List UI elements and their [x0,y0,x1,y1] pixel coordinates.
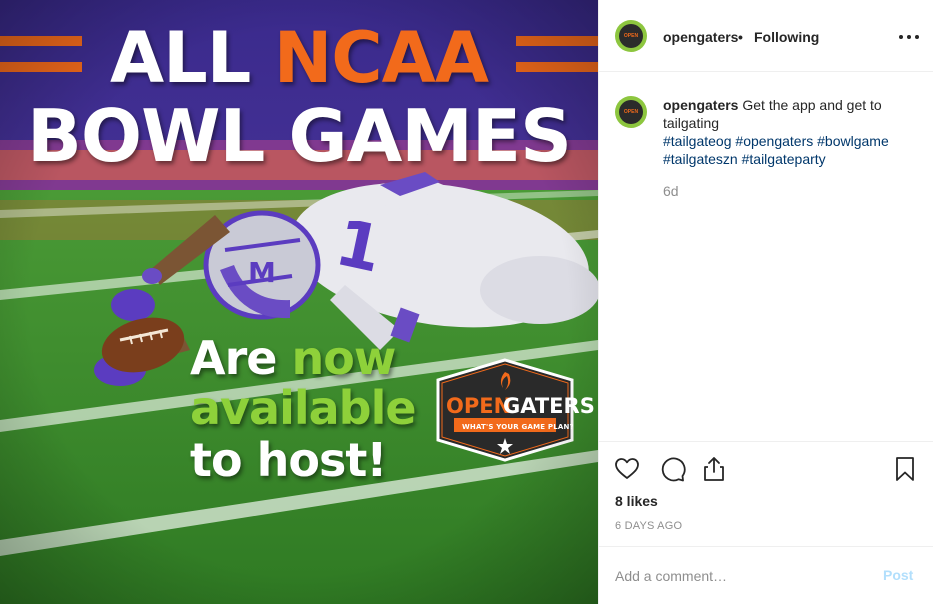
headline-all: ALL [109,17,274,99]
more-horizontal-icon[interactable] [899,24,919,48]
logo-word-open: OPEN [446,394,512,418]
comment-box: Post [599,546,933,604]
hashtag-link[interactable]: #bowlgame [817,133,889,149]
headline-ncaa: NCAA [273,17,489,99]
hashtag-link[interactable]: #tailgateparty [742,151,826,167]
avatar[interactable]: OPEN [615,20,647,52]
logo-tagline: WHAT'S YOUR GAME PLAN? [462,423,574,431]
caption-username[interactable]: opengaters [663,97,738,113]
caption-age[interactable]: 6d [663,183,679,199]
comment-icon[interactable] [658,455,686,483]
caption-avatar-logo-text: OPEN [623,109,639,115]
post-date[interactable]: 6 DAYS AGO [615,520,682,532]
bookmark-icon[interactable] [891,455,919,483]
post-image[interactable]: 1 M ALL NCAA [0,0,598,604]
caption: opengaters Get the app and get to tailga… [663,96,913,168]
subheadline-line-1: Are now [190,330,397,386]
avatar-logo-text: OPEN [623,33,639,39]
caption-avatar[interactable]: OPEN [615,96,647,128]
subheadline-are: Are [190,331,292,385]
header-separator: • [738,29,743,45]
action-bar [599,441,933,497]
hashtag-link[interactable]: #opengaters [735,133,813,149]
subheadline-line-3: to host! [190,433,387,487]
headline-line-2: BOWL GAMES [27,94,572,178]
hashtag-link[interactable]: #tailgateszn [663,151,738,167]
post-header: OPEN opengaters • Following [599,0,933,72]
headline-line-1: ALL NCAA [0,16,598,100]
following-button[interactable]: Following [754,29,819,45]
likes-count[interactable]: 8 likes [615,493,658,509]
subheadline-line-2: available [190,381,417,435]
comment-input[interactable] [615,566,865,586]
post-comment-button[interactable]: Post [883,567,913,583]
share-icon[interactable] [700,455,728,483]
header-username[interactable]: opengaters [663,29,738,45]
heart-icon[interactable] [613,455,641,483]
hashtag-link[interactable]: #tailgateog [663,133,732,149]
post-sidebar: OPEN opengaters • Following OPEN opengat… [598,0,933,604]
subheadline-now: now [291,331,397,385]
instagram-post: 1 M ALL NCAA [0,0,933,604]
logo-word-gaters: GATERS [503,394,595,418]
